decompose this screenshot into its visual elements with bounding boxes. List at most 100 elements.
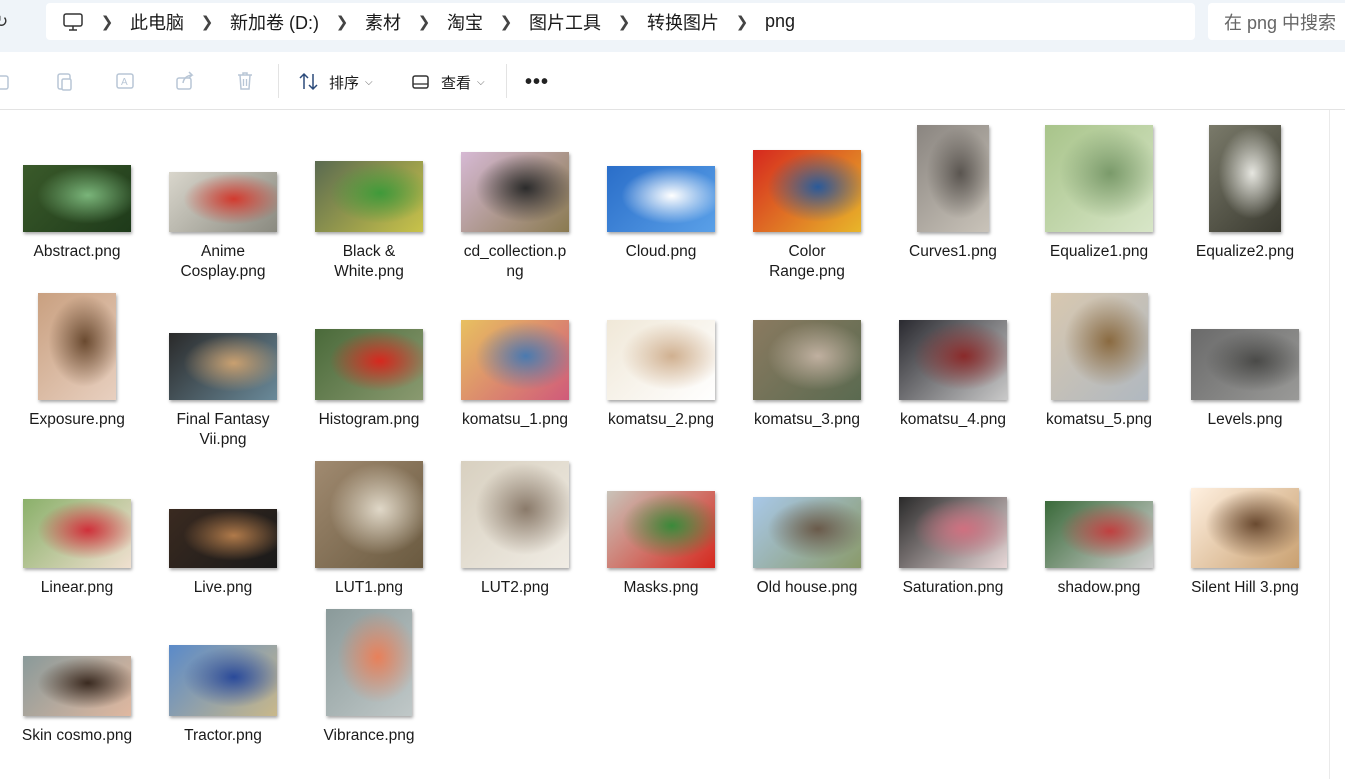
file-name: Curves1.png — [909, 243, 997, 260]
image-thumbnail[interactable] — [1050, 293, 1148, 400]
file-name: LUT2.png — [480, 579, 550, 596]
file-name: Equalize1.png — [1049, 243, 1149, 260]
svg-text:A: A — [121, 77, 128, 88]
image-thumbnail[interactable] — [461, 461, 569, 568]
image-thumbnail[interactable] — [899, 320, 1007, 400]
file-name: Anime Cosplay.png — [180, 243, 266, 280]
thumbnail-frame — [1172, 448, 1318, 568]
thumbnail-frame — [4, 596, 150, 716]
thumbnail-frame — [150, 280, 296, 400]
file-name: Color Range.png — [769, 243, 845, 280]
chevron-right-icon[interactable]: ❯ — [184, 13, 230, 31]
image-thumbnail[interactable] — [461, 320, 569, 400]
thumbnail-frame — [880, 448, 1026, 568]
breadcrumb-item[interactable]: 淘宝 — [447, 9, 483, 35]
thumbnail-frame — [1172, 280, 1318, 400]
paste-icon[interactable] — [54, 70, 76, 92]
file-name: komatsu_1.png — [462, 411, 568, 428]
image-thumbnail[interactable] — [1191, 329, 1299, 400]
file-name: LUT1.png — [334, 579, 404, 596]
image-thumbnail[interactable] — [753, 497, 861, 568]
image-thumbnail[interactable] — [38, 293, 116, 400]
file-name: Tractor.png — [184, 727, 262, 744]
image-thumbnail[interactable] — [1045, 501, 1153, 568]
image-thumbnail[interactable] — [315, 461, 423, 568]
image-thumbnail[interactable] — [1209, 125, 1281, 232]
image-thumbnail[interactable] — [461, 152, 569, 232]
file-name: Equalize2.png — [1195, 243, 1295, 260]
thumbnail-frame — [296, 280, 442, 400]
image-thumbnail[interactable] — [899, 497, 1007, 568]
toolbar-divider — [278, 64, 279, 98]
image-thumbnail[interactable] — [23, 656, 131, 716]
image-thumbnail[interactable] — [169, 333, 277, 400]
image-thumbnail[interactable] — [169, 172, 277, 232]
image-thumbnail[interactable] — [607, 166, 715, 232]
thumbnail-frame — [150, 112, 296, 232]
view-icon — [412, 75, 429, 89]
thumbnail-frame — [588, 280, 734, 400]
file-name: Black & White.png — [334, 243, 404, 280]
breadcrumb-item[interactable]: 新加卷 (D:) — [230, 9, 319, 35]
toolbar-divider — [506, 64, 507, 98]
image-thumbnail[interactable] — [326, 609, 412, 716]
chevron-right-icon[interactable]: ❯ — [601, 13, 647, 31]
breadcrumb-item[interactable]: 素材 — [365, 9, 401, 35]
image-thumbnail[interactable] — [607, 320, 715, 400]
search-input[interactable]: 在 png 中搜索 — [1208, 3, 1345, 40]
thumbnail-frame — [150, 596, 296, 716]
thumbnail-frame — [880, 280, 1026, 400]
breadcrumb-item-current[interactable]: png — [765, 11, 795, 32]
chevron-right-icon[interactable]: ❯ — [401, 13, 447, 31]
image-thumbnail[interactable] — [1191, 488, 1299, 568]
file-name: Exposure.png — [29, 411, 125, 428]
image-thumbnail[interactable] — [23, 499, 131, 568]
thumbnail-frame — [296, 596, 442, 716]
thumbnail-frame — [588, 112, 734, 232]
image-thumbnail[interactable] — [753, 320, 861, 400]
image-thumbnail[interactable] — [315, 329, 423, 400]
image-thumbnail[interactable] — [23, 165, 131, 232]
chevron-right-icon[interactable]: ❯ — [483, 13, 529, 31]
chevron-right-icon[interactable]: ❯ — [84, 13, 130, 31]
refresh-icon[interactable]: ↻ — [0, 12, 14, 32]
address-bar-row: ↻ ❯ 此电脑 ❯ 新加卷 (D:) ❯ 素材 ❯ 淘宝 ❯ 图片工具 ❯ 转换… — [0, 0, 1345, 52]
delete-icon[interactable] — [234, 70, 256, 92]
thumbnail-frame — [4, 112, 150, 232]
thumbnail-frame — [442, 280, 588, 400]
scrollbar-track[interactable] — [1329, 110, 1330, 779]
image-thumbnail[interactable] — [169, 645, 277, 716]
breadcrumb-item[interactable]: 此电脑 — [130, 9, 184, 35]
thumbnail-frame — [442, 448, 588, 568]
thumbnail-frame — [588, 448, 734, 568]
copy-icon[interactable] — [0, 70, 14, 92]
thumbnail-frame — [296, 112, 442, 232]
share-icon[interactable] — [174, 70, 196, 92]
breadcrumb-item[interactable]: 转换图片 — [647, 9, 719, 35]
chevron-right-icon[interactable]: ❯ — [719, 13, 765, 31]
more-options-icon[interactable]: ••• — [525, 70, 551, 94]
image-thumbnail[interactable] — [1045, 125, 1153, 232]
sort-icon — [299, 72, 318, 91]
file-name: Old house.png — [756, 579, 858, 596]
sort-button[interactable]: 排序 ⌵ — [298, 68, 373, 96]
file-name: komatsu_2.png — [608, 411, 714, 428]
image-thumbnail[interactable] — [315, 161, 423, 232]
image-thumbnail[interactable] — [917, 125, 989, 232]
thumbnail-frame — [734, 448, 880, 568]
image-thumbnail[interactable] — [607, 491, 715, 568]
view-button[interactable]: 查看 ⌵ — [410, 68, 485, 96]
rename-icon[interactable]: A — [114, 70, 136, 92]
chevron-right-icon[interactable]: ❯ — [319, 13, 365, 31]
chevron-down-icon: ⌵ — [477, 76, 485, 88]
thumbnail-frame — [1026, 448, 1172, 568]
breadcrumb-item[interactable]: 图片工具 — [529, 9, 601, 35]
breadcrumb[interactable]: ❯ 此电脑 ❯ 新加卷 (D:) ❯ 素材 ❯ 淘宝 ❯ 图片工具 ❯ 转换图片… — [46, 3, 1195, 40]
this-pc-icon[interactable] — [62, 11, 84, 33]
search-placeholder: 在 png 中搜索 — [1224, 12, 1337, 33]
image-thumbnail[interactable] — [753, 150, 861, 232]
thumbnail-frame — [1172, 112, 1318, 232]
file-name: Silent Hill 3.png — [1191, 579, 1299, 596]
image-thumbnail[interactable] — [169, 509, 277, 568]
file-name: Final Fantasy Vii.png — [176, 411, 270, 448]
